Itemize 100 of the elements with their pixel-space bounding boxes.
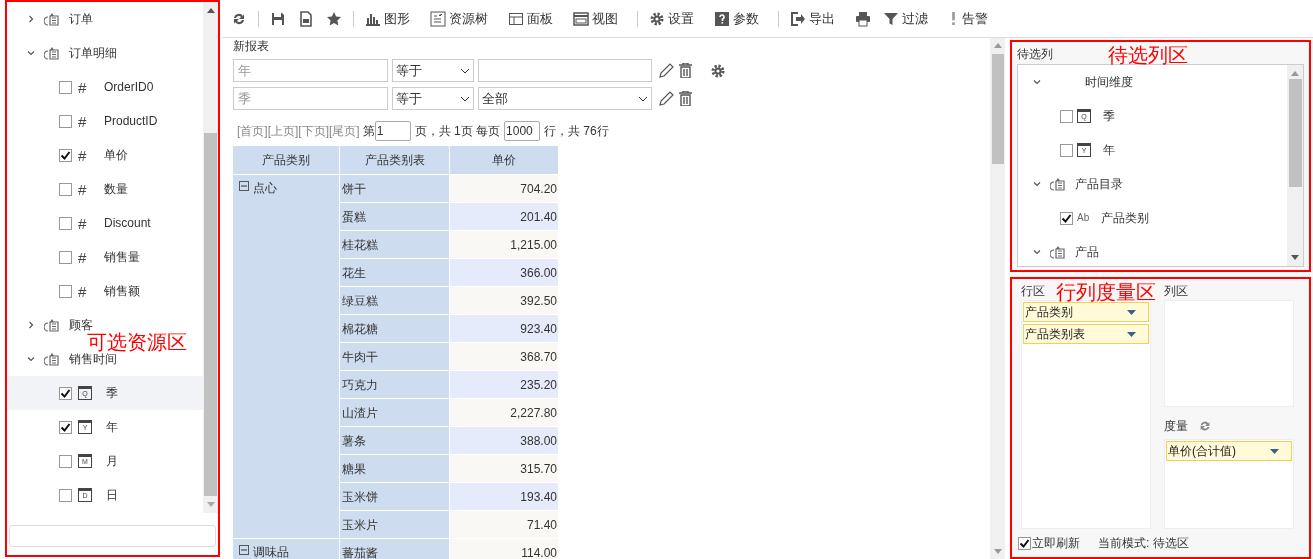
table-cell: 牛肉干 bbox=[340, 343, 449, 370]
dropdown-icon[interactable] bbox=[1127, 309, 1136, 315]
field-chip[interactable]: 产品类别 bbox=[1023, 302, 1149, 322]
vertical-scrollbar[interactable] bbox=[203, 2, 218, 513]
search-field[interactable] bbox=[9, 525, 216, 547]
toolbar-button[interactable]: 视图 bbox=[572, 8, 619, 29]
checkbox[interactable] bbox=[59, 454, 72, 468]
chevron-right-icon[interactable] bbox=[27, 321, 35, 329]
chevron-down-icon[interactable] bbox=[1033, 248, 1041, 256]
settings-icon[interactable] bbox=[710, 62, 726, 79]
field-label[interactable]: 年 bbox=[1103, 141, 1115, 159]
checkbox[interactable] bbox=[59, 386, 72, 400]
toolbar-button[interactable]: 资源树 bbox=[429, 8, 489, 29]
toolbar-button[interactable]: 面板 bbox=[507, 8, 554, 29]
save-as-button[interactable] bbox=[297, 10, 315, 27]
dropdown-icon[interactable] bbox=[1270, 448, 1279, 454]
value-field[interactable] bbox=[478, 59, 652, 82]
collapse-icon[interactable] bbox=[239, 181, 249, 191]
tree-row[interactable]: # OrderID0 bbox=[7, 70, 203, 104]
tree-item[interactable]: 产品 bbox=[1075, 243, 1099, 261]
toolbar-button[interactable]: 告警 bbox=[947, 8, 989, 29]
star-button[interactable] bbox=[325, 10, 343, 27]
toolbar-button[interactable]: 导出 bbox=[789, 8, 836, 29]
table-cell: 388.00 bbox=[450, 427, 558, 454]
chevron-down-icon[interactable] bbox=[1033, 180, 1041, 188]
tree-item[interactable]: 顾客 bbox=[69, 316, 93, 334]
checkbox[interactable] bbox=[59, 80, 72, 94]
scrollbar-thumb[interactable] bbox=[991, 54, 1004, 164]
tree-row[interactable]: # ProductID bbox=[7, 104, 203, 138]
dropdown-icon[interactable] bbox=[460, 67, 470, 74]
pencil-icon[interactable] bbox=[658, 62, 675, 79]
zone-title: 列区 bbox=[1164, 283, 1188, 300]
chevron-down-icon[interactable] bbox=[27, 355, 35, 363]
checkbox[interactable] bbox=[1060, 109, 1073, 123]
table-cell: 235.20 bbox=[450, 371, 558, 398]
scroll-down-icon[interactable] bbox=[1291, 255, 1299, 260]
chevron-down-icon[interactable] bbox=[1033, 78, 1041, 86]
vertical-scrollbar[interactable] bbox=[990, 38, 1005, 559]
checkbox[interactable] bbox=[1060, 143, 1073, 157]
checkbox[interactable] bbox=[59, 182, 72, 196]
text-type-icon: Ab bbox=[1077, 213, 1090, 223]
chevron-right-icon[interactable] bbox=[27, 15, 35, 23]
checkbox[interactable] bbox=[1060, 211, 1073, 225]
checkbox[interactable] bbox=[59, 488, 72, 502]
tree-item[interactable]: 时间维度 bbox=[1085, 73, 1133, 91]
operator-select[interactable]: 等于 bbox=[392, 87, 474, 110]
checkbox[interactable] bbox=[59, 284, 72, 298]
toolbar-button[interactable]: 图形 bbox=[364, 8, 411, 29]
tree-item[interactable]: 产品目录 bbox=[1075, 175, 1123, 193]
toolbar-button[interactable]: 设置 bbox=[648, 8, 695, 29]
field-label: 销售量 bbox=[104, 249, 140, 266]
checkbox[interactable] bbox=[59, 420, 72, 434]
collapse-icon[interactable] bbox=[239, 545, 249, 555]
checkbox[interactable] bbox=[1018, 536, 1031, 550]
chevron-down-icon[interactable] bbox=[27, 49, 35, 57]
column-header: 单价 bbox=[450, 146, 558, 174]
pager-link[interactable]: [上页] bbox=[267, 122, 299, 140]
pager-link[interactable]: [首页] bbox=[237, 122, 268, 140]
page-field[interactable]: 1 bbox=[374, 121, 411, 141]
filter-field[interactable]: 年 bbox=[233, 59, 388, 82]
operator-select[interactable]: 等于 bbox=[392, 59, 474, 82]
toolbar-button[interactable]: 过滤 bbox=[882, 8, 929, 29]
tree-row[interactable]: # 销售额 bbox=[7, 274, 203, 308]
page-size-field[interactable]: 1000 bbox=[504, 121, 541, 141]
toolbar-button[interactable]: 参数 bbox=[713, 8, 760, 29]
checkbox[interactable] bbox=[59, 216, 72, 230]
field-label[interactable]: 季 bbox=[1103, 107, 1115, 125]
scrollbar-thumb[interactable] bbox=[1288, 79, 1302, 187]
table-cell: 棉花糖 bbox=[340, 315, 449, 342]
tree-row[interactable]: # 销售量 bbox=[7, 240, 203, 274]
pager-link[interactable]: [尾页] bbox=[329, 122, 360, 140]
field-label: OrderID0 bbox=[104, 79, 154, 96]
group-label: 调味品 bbox=[253, 544, 289, 559]
filter-field[interactable]: 季 bbox=[233, 87, 388, 110]
scroll-up-icon[interactable] bbox=[206, 8, 215, 13]
tree-row[interactable]: # 单价 bbox=[7, 138, 203, 172]
dropdown-icon[interactable] bbox=[1127, 331, 1136, 337]
dropdown-icon[interactable] bbox=[460, 95, 470, 102]
trash-icon[interactable] bbox=[679, 91, 692, 106]
scrollbar-thumb[interactable] bbox=[204, 133, 217, 496]
tree-row[interactable]: # 数量 bbox=[7, 172, 203, 206]
tree-row[interactable]: # Discount bbox=[7, 206, 203, 240]
value-select[interactable]: 全部 bbox=[478, 87, 652, 110]
vertical-scrollbar[interactable] bbox=[1287, 65, 1303, 266]
checkbox[interactable] bbox=[59, 148, 72, 162]
pencil-icon[interactable] bbox=[658, 90, 675, 107]
tree-item[interactable]: 订单 bbox=[69, 10, 93, 28]
field-chip[interactable]: 产品类别表 bbox=[1023, 324, 1149, 344]
print-button[interactable] bbox=[854, 10, 872, 27]
checkbox-label[interactable]: 立即刷新 bbox=[1032, 534, 1080, 552]
checkbox[interactable] bbox=[59, 114, 72, 128]
dropdown-icon[interactable] bbox=[638, 95, 648, 102]
pager-link[interactable]: [下页] bbox=[298, 122, 329, 140]
trash-icon[interactable] bbox=[679, 63, 692, 78]
checkbox[interactable] bbox=[59, 250, 72, 264]
table-cell: 315.70 bbox=[450, 455, 558, 482]
tree-item[interactable]: 订单明细 bbox=[69, 44, 117, 62]
table-cell: 桂花糕 bbox=[340, 231, 449, 258]
field-chip[interactable]: 单价(合计值) bbox=[1166, 441, 1292, 461]
field-label[interactable]: 产品类别 bbox=[1101, 209, 1150, 227]
